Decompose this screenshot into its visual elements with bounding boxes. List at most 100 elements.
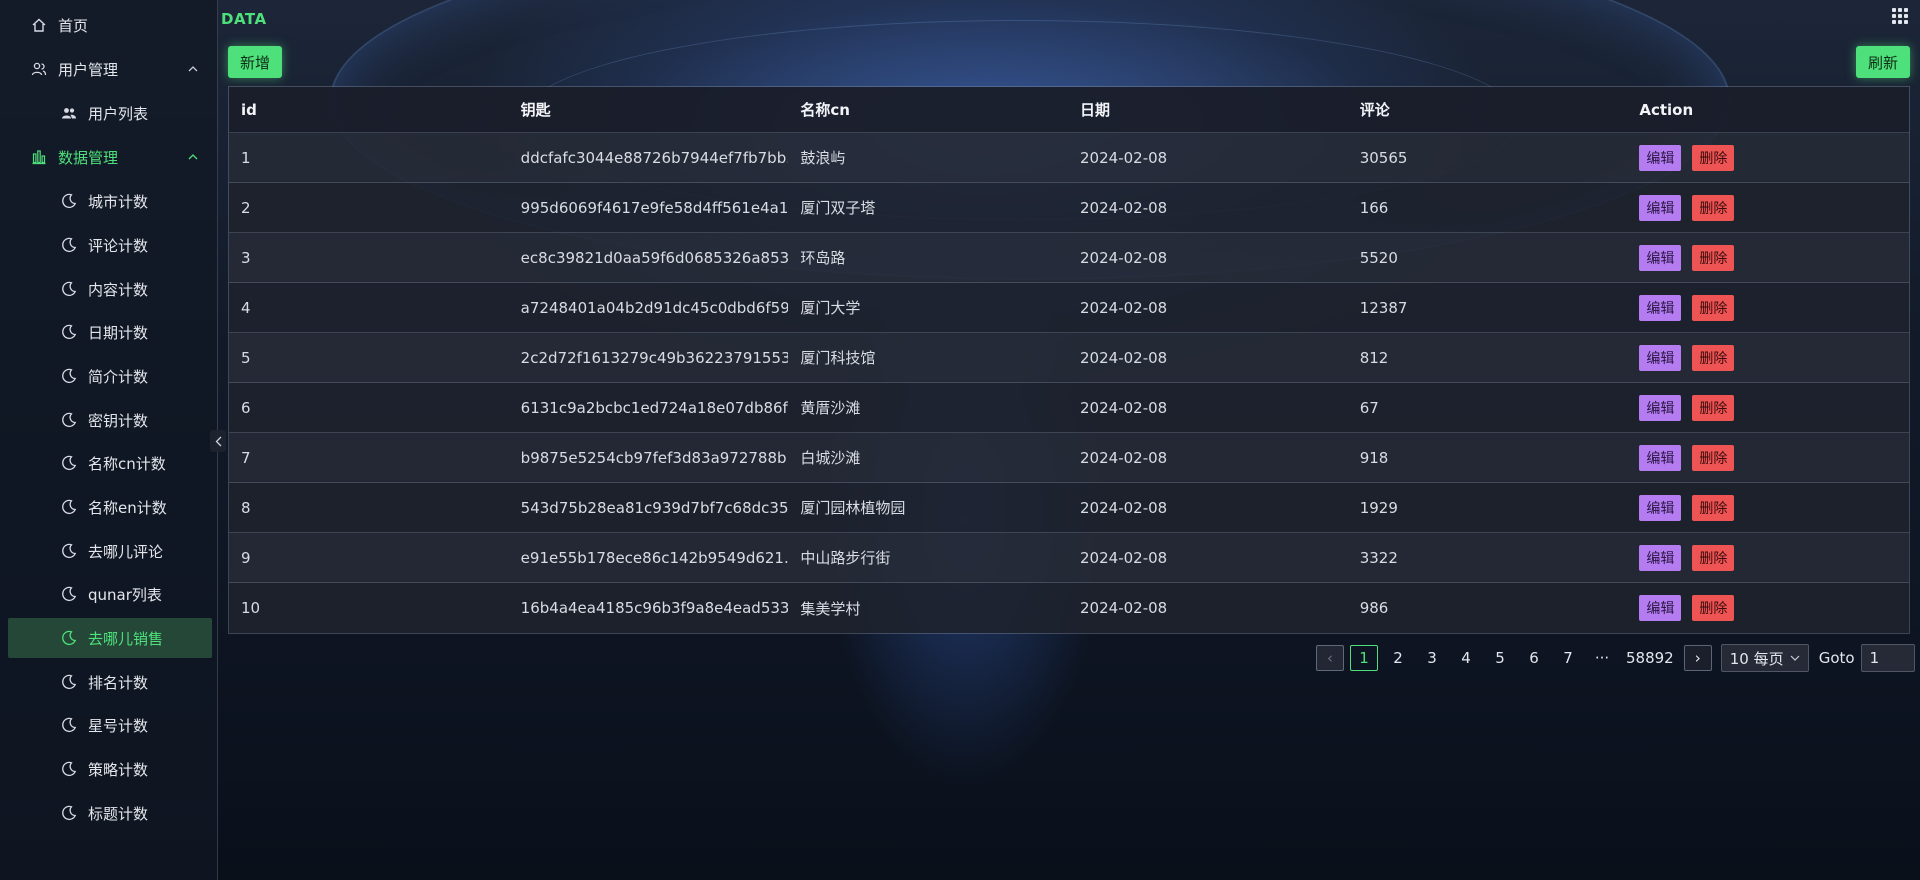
page-button[interactable]: 6 — [1520, 645, 1548, 671]
edit-button[interactable]: 编辑 — [1639, 544, 1682, 571]
cell-id: 7 — [241, 448, 251, 467]
delete-button[interactable]: 删除 — [1692, 595, 1735, 621]
sidebar-item-label: 名称en计数 — [88, 498, 167, 517]
sidebar-item-name-en-count[interactable]: 名称en计数 — [0, 487, 218, 527]
delete-button[interactable]: 删除 — [1692, 394, 1735, 421]
moon-icon — [60, 454, 78, 472]
cell-actions: 编辑 删除 — [1627, 144, 1909, 171]
sidebar-item-qunar-list[interactable]: qunar列表 — [0, 574, 218, 614]
delete-button[interactable]: 删除 — [1692, 494, 1735, 521]
cell-actions: 编辑 删除 — [1627, 595, 1909, 621]
sidebar-item-city-count[interactable]: 城市计数 — [0, 181, 218, 221]
page-button[interactable]: 4 — [1452, 645, 1480, 671]
moon-icon — [60, 236, 78, 254]
moon-icon — [60, 192, 78, 210]
edit-button[interactable]: 编辑 — [1639, 595, 1682, 621]
page-button-current[interactable]: 1 — [1350, 645, 1378, 671]
data-table: id 钥匙 名称cn 日期 评论 Action 1 ddcfafc3044e88… — [228, 86, 1910, 634]
sidebar-item-intro-count[interactable]: 简介计数 — [0, 356, 218, 396]
delete-button[interactable]: 删除 — [1692, 144, 1735, 171]
sidebar-item-label: 评论计数 — [88, 236, 149, 255]
refresh-button[interactable]: 刷新 — [1855, 46, 1910, 78]
sidebar-item-label: 标题计数 — [88, 804, 149, 823]
cell-key: 995d6069f4617e9fe58d4ff561e4a1ef — [520, 198, 789, 217]
moon-icon — [60, 323, 78, 341]
more-pages-ellipsis[interactable]: ··· — [1588, 645, 1616, 671]
cell-comments: 1929 — [1359, 498, 1398, 517]
page-button[interactable]: 2 — [1384, 645, 1412, 671]
delete-button[interactable]: 删除 — [1692, 444, 1735, 471]
page-size-select[interactable]: 10 每页 — [1720, 644, 1809, 672]
cell-comments: 3322 — [1359, 548, 1398, 567]
edit-button[interactable]: 编辑 — [1639, 244, 1682, 271]
table-row: 7 b9875e5254cb97fef3d83a972788b... 白城沙滩 … — [229, 433, 1909, 483]
sidebar-item-qunar-sales[interactable]: 去哪儿销售 — [8, 618, 212, 658]
sidebar-item-user-management[interactable]: 用户管理 — [0, 49, 218, 89]
prev-page-button[interactable]: ‹ — [1316, 645, 1344, 671]
sidebar-item-qunar-comments[interactable]: 去哪儿评论 — [0, 531, 218, 571]
cell-name: 厦门园林植物园 — [800, 499, 906, 517]
column-header-key[interactable]: 钥匙 — [509, 99, 789, 120]
cell-key: 16b4a4ea4185c96b3f9a8e4ead533... — [520, 599, 789, 617]
edit-button[interactable]: 编辑 — [1639, 294, 1682, 321]
edit-button[interactable]: 编辑 — [1639, 344, 1682, 371]
sidebar-item-date-count[interactable]: 日期计数 — [0, 312, 218, 352]
sidebar-item-content-count[interactable]: 内容计数 — [0, 269, 218, 309]
sidebar-item-star-count[interactable]: 星号计数 — [0, 705, 218, 745]
cell-comments: 918 — [1359, 448, 1389, 467]
delete-button[interactable]: 删除 — [1692, 244, 1735, 271]
column-header-date[interactable]: 日期 — [1068, 99, 1348, 120]
table-row: 3 ec8c39821d0aa59f6d0685326a853... 环岛路 2… — [229, 233, 1909, 283]
page-button[interactable]: 7 — [1554, 645, 1582, 671]
moon-icon — [60, 498, 78, 516]
cell-key: b9875e5254cb97fef3d83a972788b... — [520, 448, 789, 467]
delete-button[interactable]: 删除 — [1692, 544, 1735, 571]
delete-button[interactable]: 删除 — [1692, 344, 1735, 371]
sidebar-item-label: 用户列表 — [88, 104, 149, 123]
sidebar-item-home[interactable]: 首页 — [0, 5, 218, 45]
page-button-last[interactable]: 58892 — [1622, 645, 1678, 671]
edit-button[interactable]: 编辑 — [1639, 194, 1682, 221]
cell-name: 集美学村 — [800, 599, 861, 618]
edit-button[interactable]: 编辑 — [1639, 144, 1682, 171]
add-button[interactable]: 新增 — [228, 46, 283, 78]
column-header-comments[interactable]: 评论 — [1348, 99, 1628, 120]
goto-page-input[interactable] — [1860, 644, 1915, 672]
sidebar-item-name-cn-count[interactable]: 名称cn计数 — [0, 443, 218, 483]
cell-date: 2024-02-08 — [1080, 548, 1168, 567]
sidebar-item-strategy-count[interactable]: 策略计数 — [0, 749, 218, 789]
delete-button[interactable]: 删除 — [1692, 294, 1735, 321]
sidebar-item-user-list[interactable]: 用户列表 — [0, 93, 218, 133]
apps-grid-icon[interactable] — [1892, 8, 1908, 24]
sidebar-item-key-count[interactable]: 密钥计数 — [0, 400, 218, 440]
cell-key: e91e55b178ece86c142b9549d621... — [520, 548, 789, 567]
moon-icon — [60, 673, 78, 691]
edit-button[interactable]: 编辑 — [1639, 394, 1682, 421]
sidebar-item-rank-count[interactable]: 排名计数 — [0, 662, 218, 702]
moon-icon — [60, 585, 78, 603]
bar-chart-icon — [30, 148, 48, 166]
sidebar-item-title-count[interactable]: 标题计数 — [0, 793, 218, 833]
edit-button[interactable]: 编辑 — [1639, 494, 1682, 521]
cell-id: 5 — [241, 348, 251, 367]
sidebar: 首页 用户管理 用户列表 数据管理 城市计数 评论计数 内容计数 日期计数 简介… — [0, 0, 218, 880]
column-header-name-cn[interactable]: 名称cn — [788, 99, 1068, 120]
edit-button[interactable]: 编辑 — [1639, 444, 1682, 471]
cell-name: 黄厝沙滩 — [800, 399, 861, 417]
chevron-up-icon — [186, 62, 200, 76]
next-page-button[interactable]: › — [1683, 645, 1712, 671]
column-header-id[interactable]: id — [229, 101, 509, 119]
cell-actions: 编辑 删除 — [1627, 494, 1909, 521]
page-button[interactable]: 5 — [1486, 645, 1514, 671]
cell-actions: 编辑 删除 — [1627, 444, 1909, 471]
sidebar-item-data-management[interactable]: 数据管理 — [0, 137, 218, 177]
sidebar-item-label: 简介计数 — [88, 367, 149, 386]
cell-date: 2024-02-08 — [1080, 398, 1168, 417]
chevron-up-icon — [186, 150, 200, 164]
cell-key: 543d75b28ea81c939d7bf7c68dc35... — [520, 498, 789, 517]
cell-date: 2024-02-08 — [1080, 599, 1168, 617]
delete-button[interactable]: 删除 — [1692, 194, 1735, 221]
user-group-icon — [60, 104, 78, 122]
sidebar-item-comment-count[interactable]: 评论计数 — [0, 225, 218, 265]
page-button[interactable]: 3 — [1418, 645, 1446, 671]
